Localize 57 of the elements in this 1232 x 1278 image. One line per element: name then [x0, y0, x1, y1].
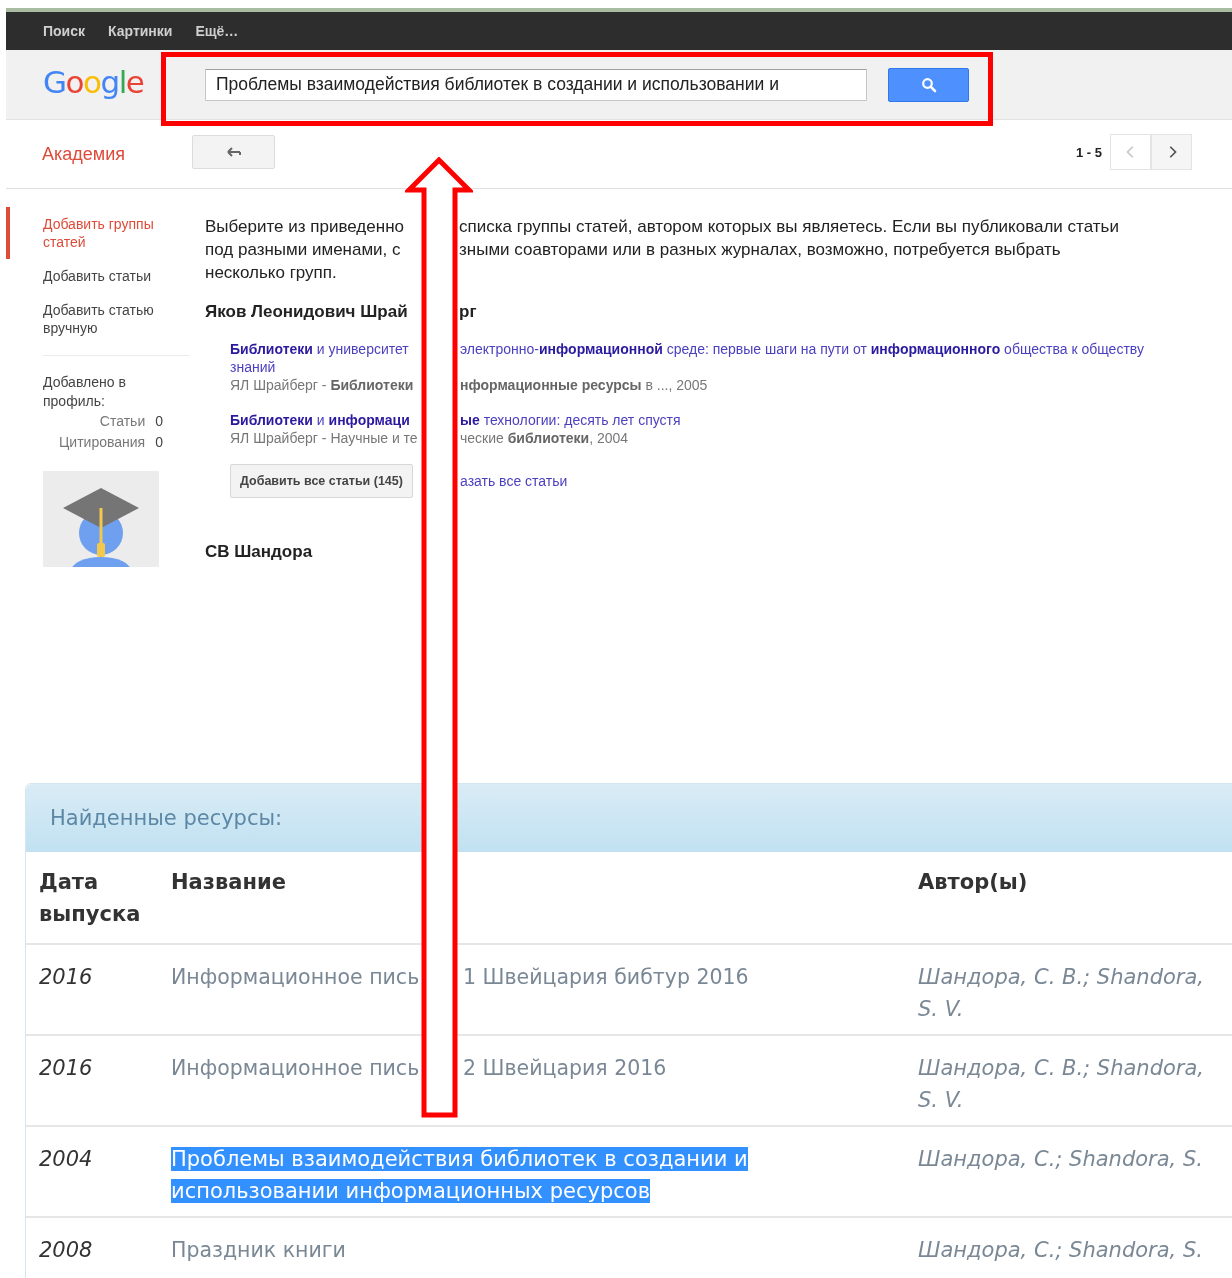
title-link[interactable]: 2 Швейцария 2016 [463, 1052, 667, 1084]
article-title-link[interactable]: знаний [230, 358, 276, 376]
stat-value: 0 [155, 433, 163, 452]
author-name: Яков Леонидович Шрай [205, 302, 408, 321]
author-name: рг [459, 302, 477, 322]
intro-text: списка группы статей, автором которых вы являетесь. Если вы публиковали статьи [459, 216, 1119, 238]
title-link[interactable]: 1 Швейцария бибтур 2016 [463, 961, 749, 993]
top-nav-link[interactable]: Ещё… [195, 23, 239, 39]
back-arrow-icon [225, 146, 242, 158]
sidebar-item[interactable]: Добавить статьи [6, 259, 173, 293]
section-title[interactable]: Академия [42, 143, 192, 165]
add-all-articles-button[interactable]: Добавить все статьи (145) [230, 464, 413, 498]
top-nav-link[interactable]: Картинки [108, 23, 173, 39]
avatar-placeholder-icon [43, 471, 159, 567]
stat-label: Статьи [99, 412, 146, 431]
date-cell-text: 2008 [38, 1237, 94, 1264]
back-button[interactable] [192, 135, 275, 169]
google-logo: Google [43, 63, 145, 100]
intro-text: зными соавторами или в разных журналах, возможно, потребуется выбрать [459, 239, 1061, 261]
stat-label: Цитирования [59, 433, 146, 452]
search-icon [920, 76, 937, 93]
article-meta: ЯЛ Шрайберг - Библиотеки [230, 377, 414, 393]
authors-link[interactable]: Шандора, С.; Shandora, S. [916, 1218, 1218, 1278]
title-link[interactable]: Информационное пись [171, 965, 420, 989]
added-label: Добавлено в профиль: [43, 373, 127, 411]
article-meta: ЯЛ Шрайберг - Научные и те [230, 430, 418, 446]
author-name: СВ Шандора [205, 542, 313, 562]
column-header: Дата выпуска [38, 869, 142, 928]
article-title-link[interactable]: Библиотеки и информаци [230, 412, 410, 428]
date-cell-text: 2016 [38, 964, 94, 991]
page-range: 1 - 5 [1076, 144, 1102, 160]
stat-value: 0 [155, 412, 163, 431]
search-button[interactable] [888, 67, 969, 102]
show-all-articles-link[interactable]: азать все статьи [460, 473, 568, 489]
panel-title: Найденные ресурсы: [50, 806, 283, 830]
article-title-link[interactable]: электронно-информационной среде: первые шаги на пути от информационного общества к обществу [460, 340, 1144, 358]
article-meta: ческие библиотеки, 2004 [460, 429, 629, 448]
search-field[interactable]: Проблемы взаимодействия библиотек в создании и использовании и [205, 68, 867, 101]
sidebar-item[interactable]: Добавить статью вручную [6, 293, 173, 345]
authors-link[interactable]: Шандора, С. В.; Shandora, S. V. [916, 945, 1218, 1034]
article-meta: нформационные ресурсы в ..., 2005 [460, 376, 708, 395]
date-cell-text: 2004 [38, 1146, 94, 1173]
top-nav-link[interactable]: Поиск [43, 23, 85, 39]
authors-link[interactable]: Шандора, С.; Shandora, S. [916, 1127, 1218, 1216]
intro-text: под разными именами, с [205, 240, 401, 259]
title-link[interactable]: Информационное пись [171, 1056, 420, 1080]
column-header: Автор(ы) [917, 869, 1029, 896]
next-page-button[interactable] [1151, 134, 1192, 170]
intro-text: Выберите из приведенно [205, 217, 404, 236]
column-header: Название [170, 869, 287, 896]
title-link[interactable]: Праздник книги [171, 1234, 346, 1266]
date-cell-text: 2016 [38, 1055, 94, 1082]
authors-link[interactable]: Шандора, С. В.; Shandora, S. V. [916, 1036, 1218, 1125]
intro-text: несколько групп. [205, 262, 337, 284]
article-title-link[interactable]: ые технологии: десять лет спустя [460, 411, 681, 429]
article-title-link[interactable]: Библиотеки и университет [230, 341, 409, 357]
sidebar-item[interactable]: Добавить группы статей [6, 207, 173, 259]
